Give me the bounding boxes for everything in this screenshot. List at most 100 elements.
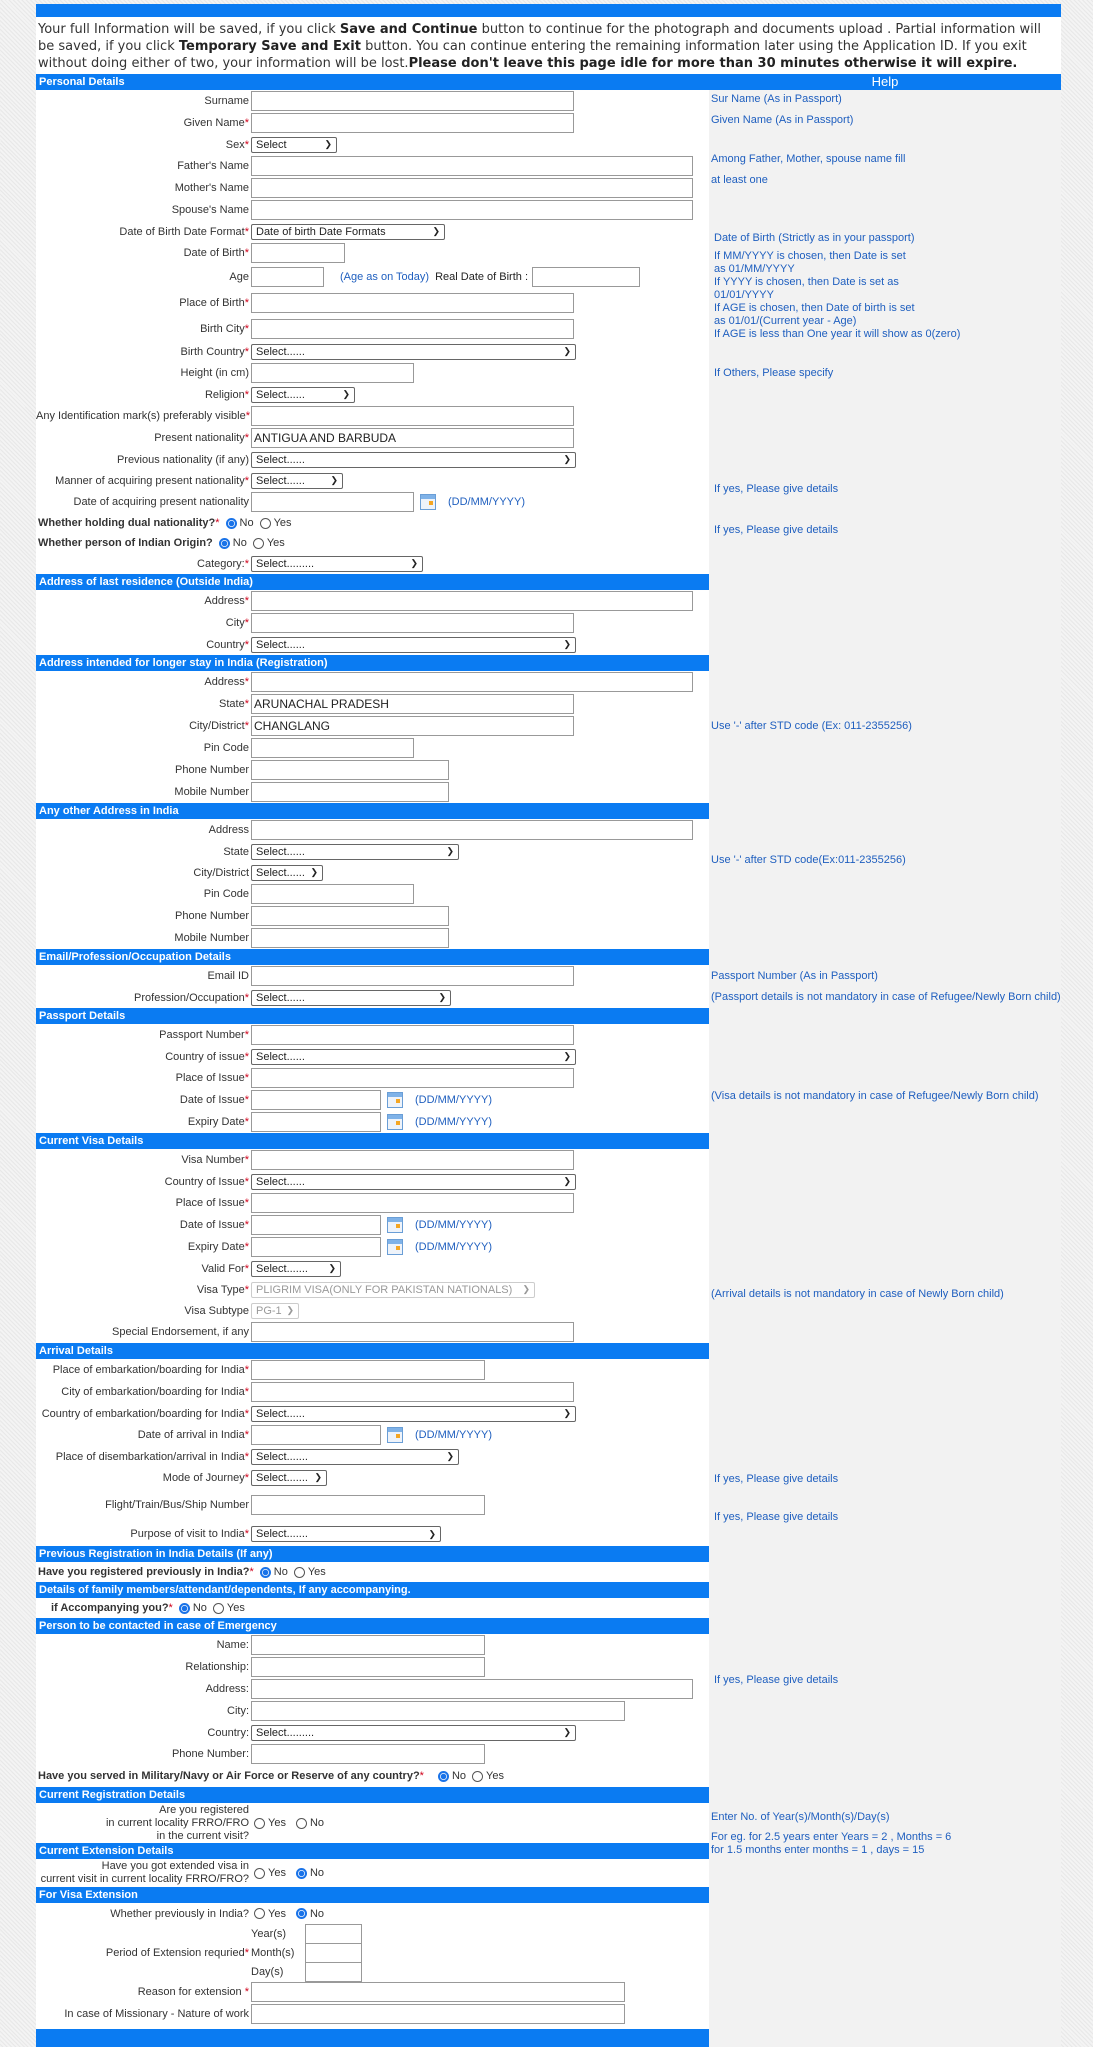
dob-input[interactable] <box>251 243 345 263</box>
previous-nationality-label: Previous nationality (if any) <box>116 453 249 466</box>
longer-state-input[interactable] <box>251 694 574 714</box>
calendar-icon[interactable] <box>387 1092 403 1108</box>
place-disembarkation-select[interactable]: Select....... ❯ <box>251 1448 459 1465</box>
visa-country-select[interactable]: Select...... ❯ <box>251 1173 576 1190</box>
longer-city-input[interactable] <box>251 716 574 736</box>
ext-no-radio[interactable] <box>295 1867 307 1879</box>
longer-pin-input[interactable] <box>251 738 414 758</box>
passport-number-input[interactable] <box>251 1025 574 1045</box>
visa-place-input[interactable] <box>251 1193 574 1213</box>
emergency-country-select[interactable]: Select......... ❯ <box>251 1724 576 1741</box>
prev-india-no-radio[interactable] <box>295 1908 307 1919</box>
previous-nationality-select[interactable]: Select...... ❯ <box>251 451 576 468</box>
height-input[interactable] <box>251 363 414 383</box>
passport-place-input[interactable] <box>251 1068 574 1088</box>
months-input[interactable] <box>305 1942 362 1963</box>
sex-select[interactable]: Select ❯ <box>251 136 337 153</box>
prev-india-yes-radio[interactable] <box>254 1908 265 1919</box>
visa-subtype-select[interactable]: PG-1 ❯ <box>251 1302 299 1319</box>
mode-journey-select[interactable]: Select....... ❯ <box>251 1469 327 1486</box>
emergency-relationship-input[interactable] <box>251 1657 485 1677</box>
place-embarkation-input[interactable] <box>251 1360 485 1380</box>
manner-select[interactable]: Select...... ❯ <box>251 472 343 489</box>
visa-expiry-input[interactable] <box>251 1237 381 1257</box>
date-acquiring-input[interactable] <box>251 492 414 512</box>
calendar-icon[interactable] <box>420 494 436 510</box>
endorsement-input[interactable] <box>251 1322 574 1342</box>
mother-name-input[interactable] <box>251 178 693 198</box>
last-city-input[interactable] <box>251 613 574 633</box>
surname-input[interactable] <box>251 91 574 111</box>
passport-expiry-input[interactable] <box>251 1112 381 1132</box>
given-name-input[interactable] <box>251 113 574 133</box>
accompanying-yes-radio[interactable] <box>212 1602 224 1614</box>
email-label: Email ID <box>207 970 249 982</box>
days-input[interactable] <box>305 1961 362 1982</box>
calendar-icon[interactable] <box>387 1427 403 1443</box>
missionary-input[interactable] <box>251 2004 625 2024</box>
prev-reg-no-radio[interactable] <box>259 1566 271 1578</box>
real-dob-input[interactable] <box>532 267 641 287</box>
last-country-select[interactable]: Select...... ❯ <box>251 636 576 653</box>
last-address-input[interactable] <box>251 591 693 611</box>
dual-no-radio[interactable] <box>225 517 237 529</box>
curr-reg-no-radio[interactable] <box>295 1817 307 1829</box>
calendar-icon[interactable] <box>387 1217 403 1233</box>
longer-mobile-input[interactable] <box>251 782 449 802</box>
years-input[interactable] <box>305 1923 362 1944</box>
accompanying-no-radio[interactable] <box>178 1602 190 1614</box>
chevron-down-icon: ❯ <box>563 1408 571 1418</box>
other-pin-input[interactable] <box>251 884 414 904</box>
other-city-select[interactable]: Select...... ❯ <box>251 864 323 881</box>
dual-yes-radio[interactable] <box>259 517 271 529</box>
other-address-input[interactable] <box>251 820 693 840</box>
emergency-name-input[interactable] <box>251 1635 485 1655</box>
origin-yes-radio[interactable] <box>252 537 264 549</box>
prev-reg-yes-radio[interactable] <box>293 1566 305 1578</box>
visa-number-input[interactable] <box>251 1150 574 1170</box>
valid-for-select[interactable]: Select....... ❯ <box>251 1260 341 1277</box>
other-mobile-input[interactable] <box>251 928 449 948</box>
dob-format-select[interactable]: Date of birth Date Formats ❯ <box>251 223 445 240</box>
curr-reg-yes-radio[interactable] <box>254 1817 265 1829</box>
email-input[interactable] <box>251 966 574 986</box>
row-present-nationality: Present nationality* <box>36 427 709 449</box>
flight-number-input[interactable] <box>251 1495 485 1515</box>
emergency-phone-input[interactable] <box>251 1744 485 1764</box>
place-of-birth-input[interactable] <box>251 293 574 313</box>
reason-extension-input[interactable] <box>251 1982 625 2002</box>
city-embarkation-input[interactable] <box>251 1382 574 1402</box>
other-state-select[interactable]: Select...... ❯ <box>251 843 459 860</box>
passport-place-label: Place of Issue* <box>175 1072 249 1084</box>
ext-yes-radio[interactable] <box>254 1867 265 1879</box>
category-select[interactable]: Select......... ❯ <box>251 555 423 572</box>
father-name-input[interactable] <box>251 156 693 176</box>
birth-city-input[interactable] <box>251 318 574 339</box>
visa-type-select[interactable]: PLIGRIM VISA(ONLY FOR PAKISTAN NATIONALS… <box>251 1281 535 1298</box>
profession-select[interactable]: Select...... ❯ <box>251 989 451 1006</box>
passport-doi-input[interactable] <box>251 1090 381 1110</box>
visa-doi-input[interactable] <box>251 1215 381 1235</box>
calendar-icon[interactable] <box>387 1114 403 1130</box>
calendar-icon[interactable] <box>387 1239 403 1255</box>
religion-select[interactable]: Select...... ❯ <box>251 386 355 403</box>
country-embarkation-select[interactable]: Select...... ❯ <box>251 1405 576 1422</box>
top-bar <box>36 4 1061 17</box>
military-no-radio[interactable] <box>437 1770 449 1782</box>
emergency-city-input[interactable] <box>251 1701 625 1721</box>
spouse-name-input[interactable] <box>251 200 693 220</box>
longer-phone-input[interactable] <box>251 760 449 780</box>
military-yes-radio[interactable] <box>472 1770 484 1782</box>
longer-address-input[interactable] <box>251 672 693 692</box>
emergency-address-input[interactable] <box>251 1679 693 1699</box>
birth-country-select[interactable]: Select...... ❯ <box>251 343 576 360</box>
passport-country-select[interactable]: Select...... ❯ <box>251 1048 576 1065</box>
other-phone-input[interactable] <box>251 906 449 926</box>
chevron-down-icon: ❯ <box>432 226 440 236</box>
purpose-select[interactable]: Select....... ❯ <box>251 1526 441 1542</box>
present-nationality-input[interactable] <box>251 428 574 448</box>
date-arrival-input[interactable] <box>251 1425 381 1445</box>
age-input[interactable] <box>251 267 324 287</box>
identification-mark-input[interactable] <box>251 406 574 426</box>
origin-no-radio[interactable] <box>218 537 230 549</box>
